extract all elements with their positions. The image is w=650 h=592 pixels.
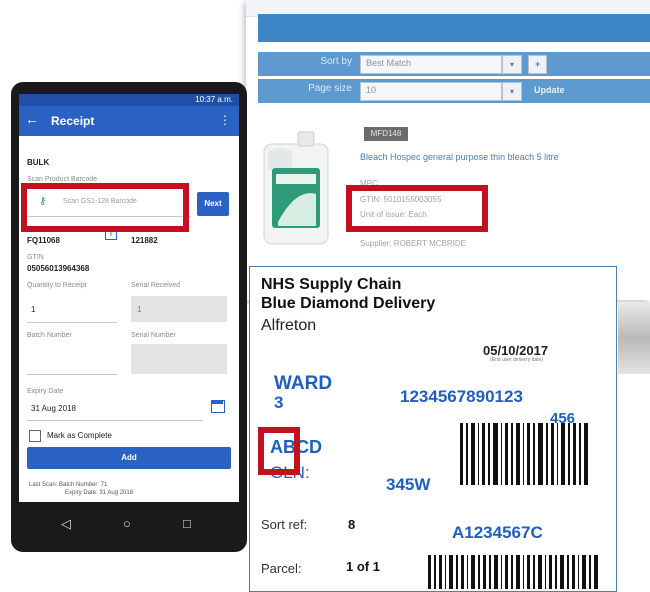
serial-received-label: Serial Received bbox=[131, 282, 181, 289]
delivery-label: NHS Supply Chain Blue Diamond Delivery A… bbox=[249, 266, 617, 592]
bleach-bottle-image bbox=[263, 131, 329, 245]
nav-recents-icon[interactable]: □ bbox=[183, 516, 191, 531]
product-code-badge: MFD148 bbox=[364, 127, 408, 141]
label-town: Alfreton bbox=[261, 317, 317, 334]
android-nav-bar: ◁ ○ □ bbox=[11, 502, 247, 552]
catalogue-header-band bbox=[258, 14, 650, 42]
gln-code: 345W bbox=[386, 475, 431, 494]
batch-input[interactable] bbox=[27, 344, 117, 375]
status-bar: 10:37 a.m. bbox=[19, 94, 239, 106]
last-scan-line1: Last Scan: Batch Number: 71 bbox=[29, 482, 108, 488]
order-code: A1234567C bbox=[452, 523, 543, 542]
label-line1: NHS Supply Chain bbox=[261, 276, 402, 293]
qty-receipt-input[interactable]: 1 bbox=[27, 296, 117, 323]
product-supplier: Supplier: ROBERT MCBRIDE bbox=[360, 239, 466, 248]
barcode-digits: 1234567890123 bbox=[400, 387, 523, 406]
page-size-dropdown-icon[interactable]: ▾ bbox=[502, 82, 522, 101]
device-screen: 10:37 a.m. ← Receipt ⋮ BULK Scan Product… bbox=[19, 94, 239, 502]
sort-select[interactable]: Best Match bbox=[360, 55, 502, 74]
calendar-icon[interactable] bbox=[211, 400, 225, 413]
batch-label: Batch Number bbox=[27, 332, 72, 339]
sort-ref-label: Sort ref: bbox=[261, 517, 308, 532]
barcode-lower bbox=[428, 555, 598, 589]
scan-label: Scan Product Barcode bbox=[27, 176, 98, 183]
sort-ref-value: 8 bbox=[348, 517, 356, 532]
product-code-right: 121882 bbox=[131, 236, 158, 245]
back-arrow-icon[interactable]: ← bbox=[25, 111, 39, 127]
decorative-gradient-bar bbox=[618, 302, 650, 592]
sort-dropdown-icon[interactable]: ▾ bbox=[502, 55, 522, 74]
section-title: BULK bbox=[27, 158, 50, 167]
highlight-gtin bbox=[346, 185, 488, 232]
nav-home-icon[interactable]: ○ bbox=[123, 516, 131, 531]
sort-row: Sort by Best Match ▾ + bbox=[258, 52, 650, 76]
update-link[interactable]: Update bbox=[528, 82, 571, 99]
app-title: Receipt bbox=[51, 114, 95, 128]
complete-label: Mark as Complete bbox=[47, 431, 112, 440]
barcode-upper bbox=[460, 423, 588, 485]
highlight-abcd bbox=[258, 427, 300, 475]
add-button[interactable]: Add bbox=[27, 447, 231, 469]
serial-number-label: Serial Number bbox=[131, 332, 176, 339]
page-size-select[interactable]: 10 bbox=[360, 82, 502, 101]
page-size-row: Page size 10 ▾ Update bbox=[258, 79, 650, 103]
sort-label: Sort by bbox=[320, 56, 352, 67]
product-title-link[interactable]: Bleach Hospec general purpose thin bleac… bbox=[360, 152, 650, 162]
serial-number-field bbox=[131, 344, 227, 374]
qty-receipt-label: Quantity to Receipt bbox=[27, 282, 87, 289]
delivery-date: 05/10/2017 bbox=[483, 343, 549, 358]
overflow-menu-icon[interactable]: ⋮ bbox=[219, 113, 231, 127]
parcel-value: 1 of 1 bbox=[346, 559, 380, 574]
gtin-label: GTIN bbox=[27, 254, 44, 261]
complete-checkbox[interactable] bbox=[29, 430, 41, 442]
ward-number: 3 bbox=[274, 393, 284, 412]
serial-received-field: 1 bbox=[131, 296, 227, 322]
expiry-input[interactable]: 31 Aug 2018 bbox=[27, 398, 203, 421]
gtin-value: 05056013964368 bbox=[27, 264, 90, 273]
delivery-date-caption: (End user delivery date) bbox=[490, 357, 544, 363]
sort-direction-button[interactable]: + bbox=[528, 55, 548, 74]
nav-back-icon[interactable]: ◁ bbox=[61, 516, 71, 532]
next-button[interactable]: Next bbox=[197, 192, 229, 216]
expiry-label: Expiry Date bbox=[27, 388, 64, 395]
product-code-left: FQ11068 bbox=[27, 236, 60, 245]
app-bar: ← Receipt ⋮ bbox=[19, 106, 239, 136]
parcel-label: Parcel: bbox=[261, 561, 302, 576]
last-scan-line2: Expiry Date: 31 Aug 2018 bbox=[65, 490, 134, 496]
ward-label: WARD bbox=[274, 373, 333, 394]
label-line2: Blue Diamond Delivery bbox=[261, 295, 436, 312]
highlight-scan-field bbox=[21, 183, 189, 232]
page-size-label: Page size bbox=[308, 83, 352, 94]
handheld-device: 10:37 a.m. ← Receipt ⋮ BULK Scan Product… bbox=[11, 82, 247, 552]
